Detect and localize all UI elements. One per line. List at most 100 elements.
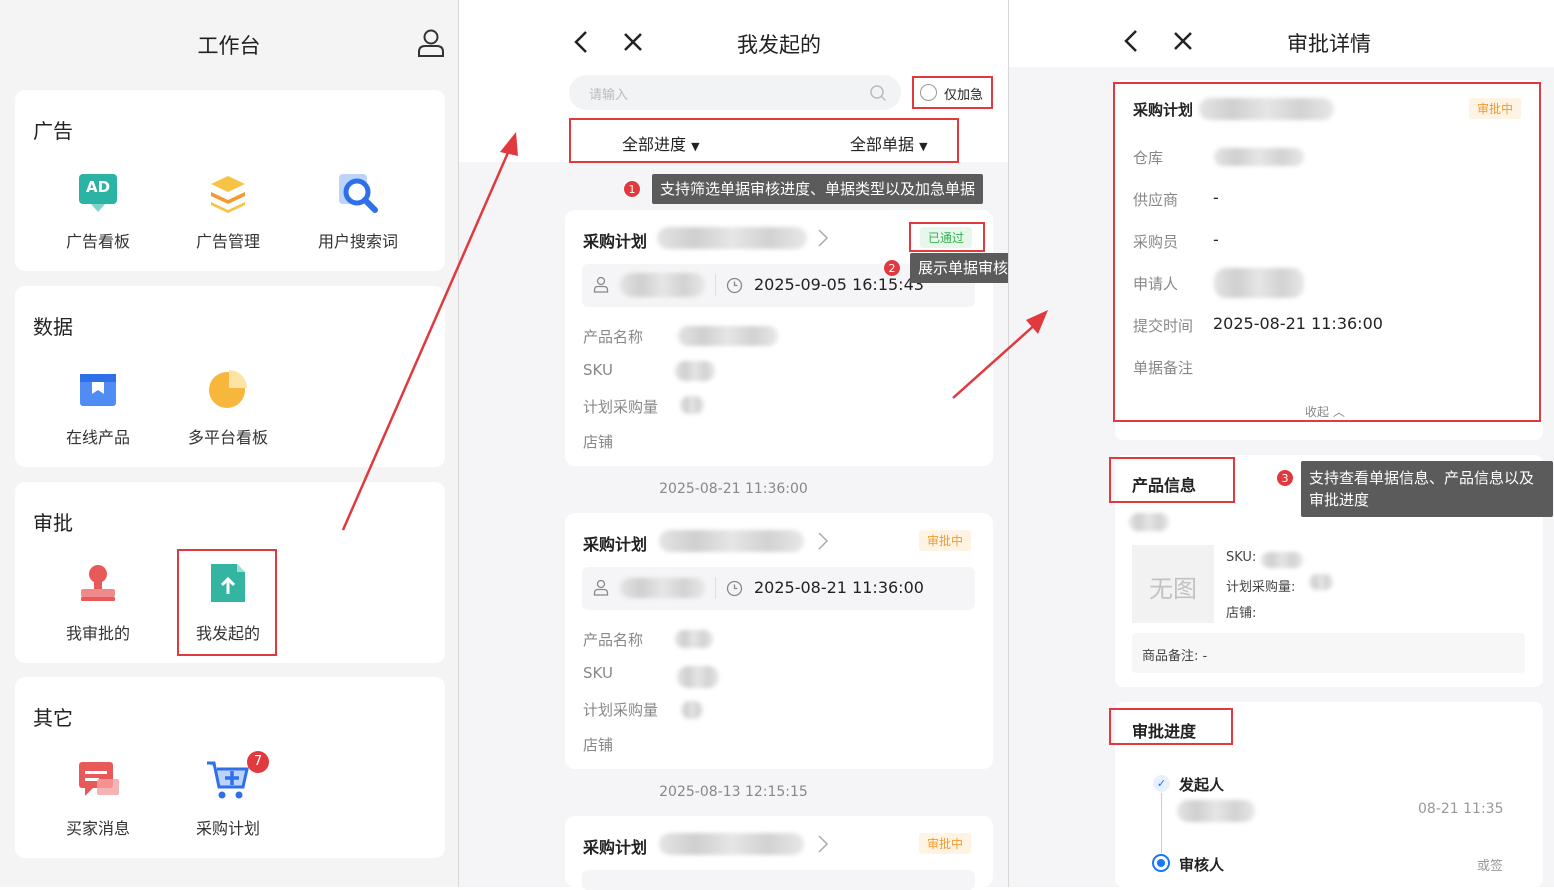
marker-2: 2 xyxy=(883,259,901,277)
field-label: 仓库 xyxy=(1133,149,1164,167)
my-initiated-panel: 我发起的 请输入 仅加急 全部进度 ▼ 全部单据 ▼ 1 支持筛选单据审核进度、… xyxy=(459,0,1047,890)
item-buyer-messages[interactable]: 买家消息 xyxy=(38,815,158,839)
field-value: - xyxy=(1213,188,1219,207)
page-title: 工作台 xyxy=(197,34,261,58)
pie-chart-icon[interactable] xyxy=(207,368,249,410)
close-icon[interactable] xyxy=(1172,30,1194,52)
notification-badge: 7 xyxy=(247,751,269,773)
field-label: 提交时间 xyxy=(1133,317,1194,335)
item-ad-manage[interactable]: 广告管理 xyxy=(168,228,288,252)
divider xyxy=(715,274,716,296)
blurred-value xyxy=(678,326,778,346)
cart-plus-icon[interactable] xyxy=(205,757,251,803)
pending-dot-icon xyxy=(1152,854,1170,872)
urgent-radio[interactable] xyxy=(920,84,937,101)
layers-icon[interactable] xyxy=(207,172,249,214)
user-icon[interactable] xyxy=(417,28,445,58)
reviewer-note: 或签 xyxy=(1477,859,1504,874)
item-multi-board[interactable]: 多平台看板 xyxy=(168,424,288,448)
item-purchase-plan[interactable]: 采购计划 xyxy=(168,815,288,839)
field-label: 采购员 xyxy=(1133,233,1179,251)
blurred-name xyxy=(1177,800,1255,822)
search-input[interactable]: 请输入 xyxy=(569,75,901,110)
qty-label: 计划采购量: xyxy=(1226,580,1296,595)
field-value: - xyxy=(1213,230,1219,249)
blurred-name xyxy=(1129,513,1169,531)
section-title: 数据 xyxy=(33,315,73,339)
approval-detail-panel: 审批详情 采购计划 审批中 仓库 供应商 - 采购员 - 申请人 提交时间 20… xyxy=(1009,0,1554,887)
blurred-order-no xyxy=(659,833,804,855)
blurred-value xyxy=(1214,148,1304,166)
field-label: 店铺 xyxy=(583,433,614,451)
field-label: 店铺 xyxy=(583,736,614,754)
marker-1: 1 xyxy=(623,180,641,198)
message-icon[interactable] xyxy=(77,759,121,801)
reviewer-label: 审核人 xyxy=(1179,856,1225,874)
stamp-icon[interactable] xyxy=(77,562,119,604)
blurred-order-no xyxy=(659,530,804,552)
order-card[interactable]: 采购计划 审批中 2025-08-21 11:36:00 产品名称 SKU 计划… xyxy=(565,513,993,769)
remark-box: 商品备注: - xyxy=(1132,633,1525,673)
other-section-card: 其它 买家消息 7 采购计划 xyxy=(15,677,445,858)
page-title: 我发起的 xyxy=(737,33,821,57)
type-filter[interactable]: 全部单据 ▼ xyxy=(850,131,928,155)
chevron-right-icon[interactable] xyxy=(817,531,829,551)
blurred-value xyxy=(675,630,713,648)
chevron-right-icon[interactable] xyxy=(817,228,829,248)
shop-label: 店铺: xyxy=(1226,606,1257,621)
order-time: 2025-08-21 11:36:00 xyxy=(754,578,924,597)
ad-section-card: 广告 AD 广告看板 广告管理 用户搜索词 xyxy=(15,90,445,271)
item-search-terms[interactable]: 用户搜索词 xyxy=(298,228,418,252)
item-ad-board[interactable]: 广告看板 xyxy=(38,228,158,252)
order-title: 采购计划 xyxy=(583,232,648,251)
item-online-products[interactable]: 在线产品 xyxy=(38,424,158,448)
clock-icon xyxy=(726,277,743,294)
search-icon[interactable] xyxy=(869,84,887,102)
blurred-value xyxy=(1309,574,1333,590)
field-label: 供应商 xyxy=(1133,191,1179,209)
field-value: 2025-08-21 11:36:00 xyxy=(1213,314,1383,333)
chevron-up-icon: ︿ xyxy=(1332,405,1345,419)
ad-board-icon[interactable]: AD xyxy=(77,172,119,218)
back-icon[interactable] xyxy=(1122,29,1142,53)
field-label: SKU xyxy=(583,664,613,682)
plan-title: 采购计划 xyxy=(1133,101,1194,119)
field-label: 计划采购量 xyxy=(583,398,659,416)
blurred-user xyxy=(620,578,705,598)
close-icon[interactable] xyxy=(622,31,644,53)
progress-title: 审批进度 xyxy=(1132,722,1197,741)
data-section-card: 数据 在线产品 多平台看板 xyxy=(15,286,445,467)
page-title: 审批详情 xyxy=(1287,32,1371,56)
item-my-approvals[interactable]: 我审批的 xyxy=(38,620,158,644)
section-title: 其它 xyxy=(33,706,73,730)
workbench-panel: 工作台 广告 AD 广告看板 广告管理 用户搜索词 数据 在线产品 多平台看板 … xyxy=(0,0,458,887)
back-icon[interactable] xyxy=(572,30,592,54)
order-time: 2025-09-05 16:15:43 xyxy=(754,275,924,294)
search-icon[interactable] xyxy=(337,172,381,216)
status-badge: 审批中 xyxy=(919,530,972,551)
date-divider: 2025-08-13 12:15:15 xyxy=(659,784,808,800)
collapse-toggle[interactable]: 收起 ︿ xyxy=(1305,403,1345,420)
person-icon xyxy=(593,579,609,596)
blurred-value xyxy=(675,361,715,381)
blurred-value xyxy=(1214,268,1304,298)
order-title: 采购计划 xyxy=(583,535,648,554)
field-label: 计划采购量 xyxy=(583,701,659,719)
clock-icon xyxy=(726,580,743,597)
search-placeholder: 请输入 xyxy=(589,88,629,103)
caret-down-icon: ▼ xyxy=(919,140,928,153)
field-label: 产品名称 xyxy=(583,631,644,649)
product-title: 产品信息 xyxy=(1132,476,1197,495)
person-icon xyxy=(593,276,609,293)
order-card[interactable]: 采购计划 审批中 xyxy=(565,816,993,890)
section-title: 审批 xyxy=(33,511,73,535)
progress-filter[interactable]: 全部进度 ▼ xyxy=(622,131,700,155)
urgent-filter[interactable]: 仅加急 xyxy=(912,76,993,109)
meta-row xyxy=(582,870,975,890)
blurred-value xyxy=(677,666,719,688)
order-title: 采购计划 xyxy=(583,838,648,857)
field-label: 申请人 xyxy=(1133,275,1179,293)
remark-text: 商品备注: - xyxy=(1142,649,1208,664)
chevron-right-icon[interactable] xyxy=(817,834,829,854)
product-box-icon[interactable] xyxy=(77,368,119,410)
